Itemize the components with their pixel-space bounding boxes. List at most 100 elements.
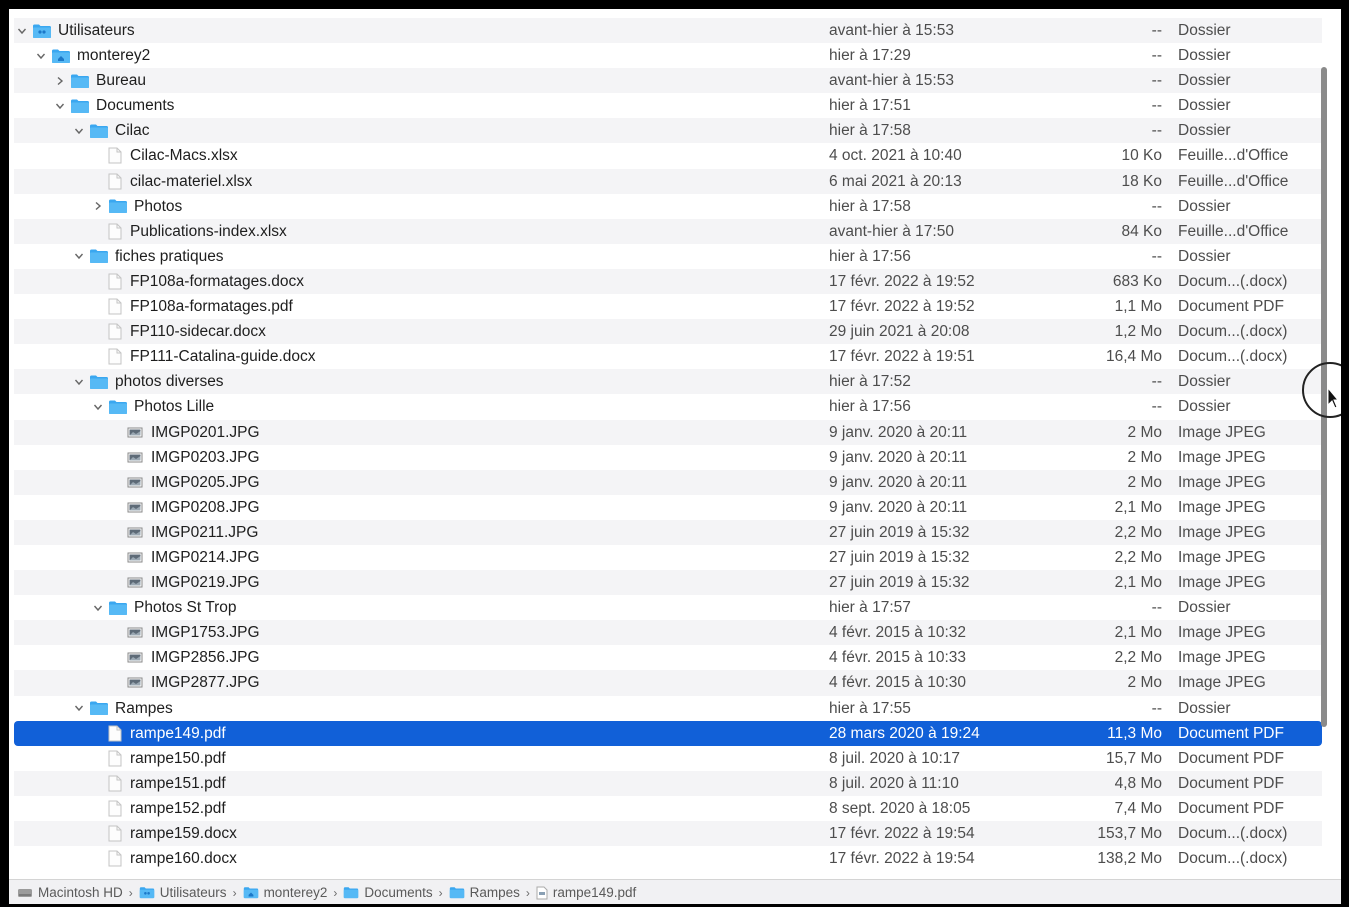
disclosure-expanded-icon[interactable]: [16, 18, 28, 43]
file-row[interactable]: IMGP0201.JPG 9 janv. 2020 à 20:11 2 Mo Imag…: [14, 419, 1322, 445]
disclosure-expanded-icon[interactable]: [54, 93, 66, 118]
file-row[interactable]: rampe150.pdf 8 juil. 2020 à 10:17 15,7 Mo D…: [14, 746, 1322, 771]
disclosure-collapsed-icon[interactable]: [54, 68, 66, 93]
file-row[interactable]: IMGP0211.JPG 27 juin 2019 à 15:32 2,2 Mo Im…: [14, 519, 1322, 545]
file-row[interactable]: IMGP1753.JPG 4 févr. 2015 à 10:32 2,1 Mo Im…: [14, 620, 1322, 646]
item-name: IMGP2877.JPG: [151, 674, 260, 692]
name-cell: IMGP0219.JPG: [111, 570, 260, 595]
item-name: IMGP0214.JPG: [151, 548, 260, 566]
file-row[interactable]: IMGP0205.JPG 9 janv. 2020 à 20:11 2 Mo Imag…: [14, 469, 1322, 495]
pdf-file-icon: [536, 886, 548, 899]
folder-row[interactable]: Rampes hier à 17:55 -- Dossier: [14, 696, 1322, 721]
file-row[interactable]: IMGP2856.JPG 4 févr. 2015 à 10:33 2,2 Mo Im…: [14, 645, 1322, 670]
modified-date: hier à 17:56: [829, 398, 911, 416]
item-name: IMGP0205.JPG: [151, 473, 260, 491]
name-cell: FP108a-formatages.docx: [92, 269, 304, 294]
folder-row[interactable]: Bureau avant-hier à 15:53 -- Dossier: [14, 68, 1322, 94]
file-row[interactable]: IMGP0208.JPG 9 janv. 2020 à 20:11 2,1 Mo Im…: [14, 495, 1322, 520]
name-cell: rampe150.pdf: [92, 746, 226, 771]
breadcrumb-item[interactable]: rampe149.pdf: [536, 885, 636, 900]
file-kind: Dossier: [1178, 47, 1231, 65]
file-row[interactable]: IMGP0219.JPG 27 juin 2019 à 15:32 2,1 Mo Im…: [14, 570, 1322, 596]
folder-row[interactable]: Documents hier à 17:51 -- Dossier: [14, 93, 1322, 118]
name-cell: Photos Lille: [92, 394, 214, 419]
file-row[interactable]: FP110-sidecar.docx 29 juin 2021 à 20:08 1,…: [14, 319, 1322, 345]
file-row[interactable]: Cilac-Macs.xlsx 4 oct. 2021 à 10:40 10 Ko F…: [14, 143, 1322, 168]
file-row[interactable]: FP108a-formatages.pdf 17 févr. 2022 à 19:…: [14, 294, 1322, 319]
item-name: Publications-index.xlsx: [130, 222, 287, 240]
item-name: Documents: [96, 97, 175, 115]
disclosure-expanded-icon[interactable]: [92, 394, 104, 419]
file-size: 1,1 Mo: [1114, 298, 1162, 316]
item-name: Photos Lille: [134, 398, 215, 416]
folder-row[interactable]: fiches pratiques hier à 17:56 -- Dossier: [14, 244, 1322, 269]
file-row[interactable]: rampe159.docx 17 févr. 2022 à 19:54 153,7 …: [14, 821, 1322, 847]
image-file-icon: [127, 677, 143, 688]
file-size: 11,3 Mo: [1107, 724, 1162, 742]
folder-row[interactable]: photos diverses hier à 17:52 -- Dossier: [14, 369, 1322, 395]
folder-row[interactable]: Utilisateurs avant-hier à 15:53 -- Dossier: [14, 18, 1322, 44]
modified-date: avant-hier à 17:50: [829, 222, 954, 240]
name-cell: rampe149.pdf: [92, 721, 226, 746]
image-file-icon: [127, 552, 143, 563]
item-name: FP110-sidecar.docx: [130, 323, 266, 341]
modified-date: 4 oct. 2021 à 10:40: [829, 147, 962, 165]
disclosure-expanded-icon[interactable]: [92, 595, 104, 620]
modified-date: 4 févr. 2015 à 10:32: [829, 624, 967, 642]
document-file-icon: [108, 725, 122, 742]
file-kind: Dossier: [1178, 97, 1231, 115]
modified-date: 27 juin 2019 à 15:32: [829, 523, 970, 541]
breadcrumb-item[interactable]: Macintosh HD ›: [17, 885, 139, 900]
file-row[interactable]: rampe152.pdf 8 sept. 2020 à 18:05 7,4 Mo Do…: [14, 796, 1322, 821]
disclosure-collapsed-icon[interactable]: [92, 194, 104, 219]
file-row[interactable]: IMGP0203.JPG 9 janv. 2020 à 20:11 2 Mo Imag…: [14, 445, 1322, 470]
home-folder-icon: [243, 887, 258, 899]
item-name: Bureau: [96, 72, 146, 90]
item-name: Rampes: [115, 699, 173, 717]
file-row[interactable]: rampe151.pdf 8 juil. 2020 à 11:10 4,8 Mo Do…: [14, 770, 1322, 796]
file-row[interactable]: IMGP2877.JPG 4 févr. 2015 à 10:30 2 Mo Imag…: [14, 670, 1322, 696]
image-file-icon: [127, 577, 143, 588]
file-row[interactable]: rampe160.docx 17 févr. 2022 à 19:54 138,2 …: [14, 846, 1322, 871]
folder-row[interactable]: monterey2 hier à 17:29 -- Dossier: [14, 43, 1322, 68]
modified-date: 9 janv. 2020 à 20:11: [829, 498, 968, 516]
path-bar: Macintosh HD › Utilisateurs › monterey2 › Docu…: [9, 879, 1341, 904]
file-row[interactable]: rampe149.pdf 28 mars 2020 à 19:24 11,3 Mo D…: [14, 720, 1322, 746]
folder-row[interactable]: Cilac hier à 17:58 -- Dossier: [14, 118, 1322, 144]
file-row[interactable]: cilac-materiel.xlsx 6 mai 2021 à 20:13 18 …: [14, 168, 1322, 194]
image-file-icon: [127, 627, 143, 638]
file-kind: Image JPEG: [1178, 448, 1266, 466]
file-size: --: [1151, 72, 1162, 90]
modified-date: hier à 17:55: [829, 699, 911, 717]
modified-date: 4 févr. 2015 à 10:30: [829, 674, 967, 692]
modified-date: hier à 17:57: [829, 599, 911, 617]
image-file-icon: [127, 652, 143, 663]
name-cell: IMGP2877.JPG: [111, 670, 260, 695]
file-size: --: [1151, 247, 1162, 265]
file-row[interactable]: FP111-Catalina-guide.docx 17 févr. 2022 à…: [14, 344, 1322, 369]
breadcrumb-item[interactable]: Utilisateurs ›: [139, 885, 243, 900]
item-name: rampe160.docx: [130, 850, 237, 868]
disclosure-expanded-icon[interactable]: [73, 244, 85, 269]
disclosure-expanded-icon[interactable]: [73, 369, 85, 394]
disclosure-expanded-icon[interactable]: [35, 43, 47, 68]
folder-row[interactable]: Photos St Trop hier à 17:57 -- Dossier: [14, 595, 1322, 620]
file-size: 84 Ko: [1121, 222, 1162, 240]
file-row[interactable]: IMGP0214.JPG 27 juin 2019 à 15:32 2,2 Mo Im…: [14, 545, 1322, 570]
file-row[interactable]: Publications-index.xlsx avant-hier à 17:5…: [14, 218, 1322, 244]
document-file-icon: [108, 273, 122, 290]
disclosure-expanded-icon[interactable]: [73, 118, 85, 143]
name-cell: Rampes: [73, 696, 173, 721]
users-folder-icon: [33, 24, 51, 38]
breadcrumb-item[interactable]: monterey2 ›: [243, 885, 344, 900]
disclosure-expanded-icon[interactable]: [73, 696, 85, 721]
folder-row[interactable]: Photos Lille hier à 17:56 -- Dossier: [14, 394, 1322, 419]
item-name: cilac-materiel.xlsx: [130, 172, 253, 190]
breadcrumb-item[interactable]: Documents ›: [343, 885, 448, 900]
folder-row[interactable]: Photos hier à 17:58 -- Dossier: [14, 194, 1322, 219]
breadcrumb-item[interactable]: Rampes ›: [449, 885, 536, 900]
file-row[interactable]: FP108a-formatages.docx 17 févr. 2022 à 19…: [14, 268, 1322, 295]
